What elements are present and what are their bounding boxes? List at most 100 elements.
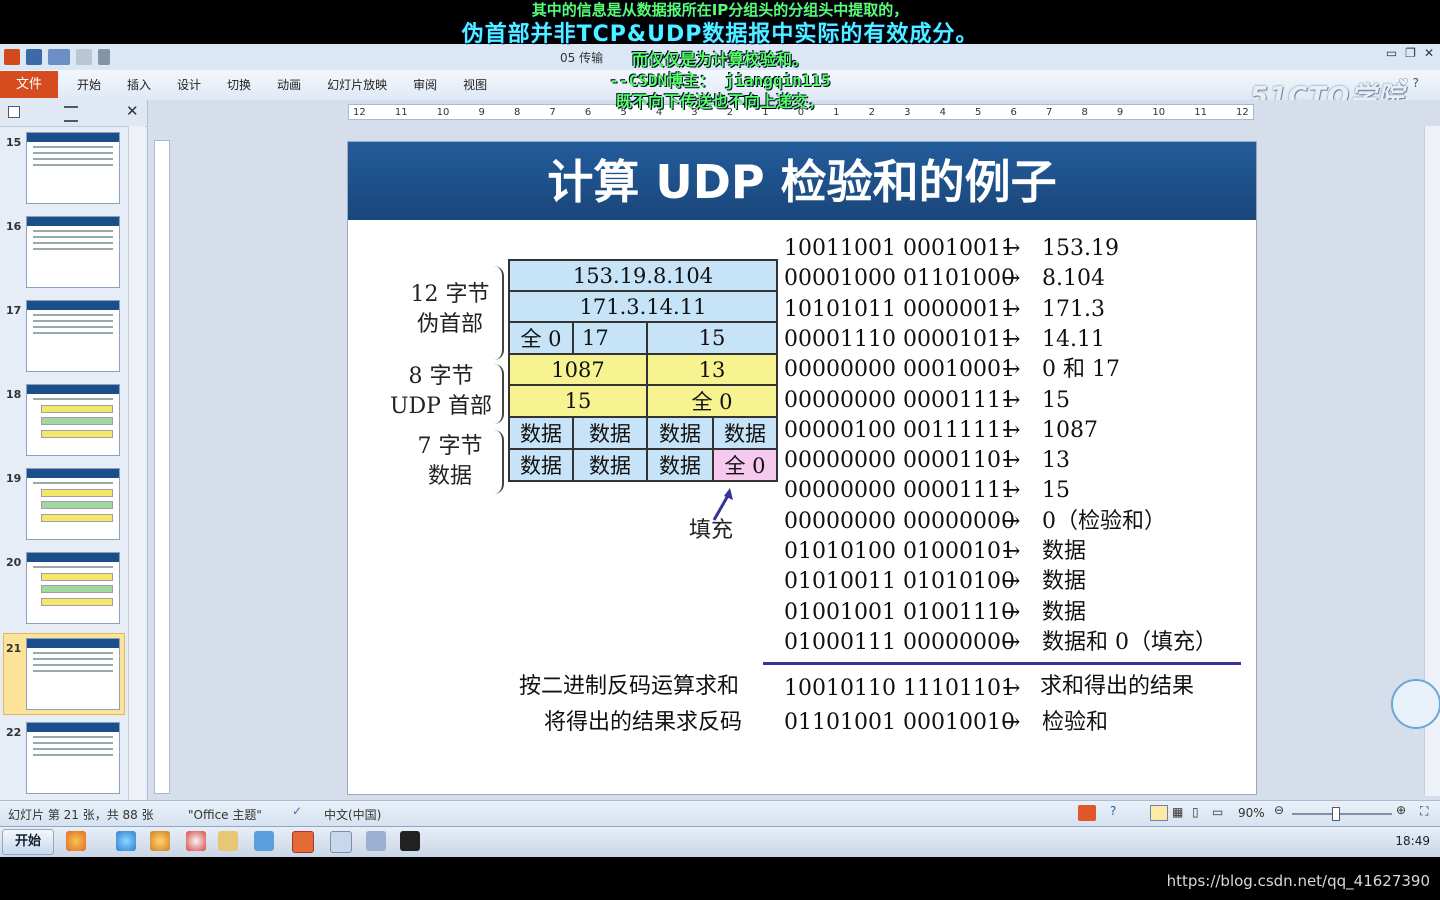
chrome-icon[interactable] — [186, 831, 206, 851]
folder-icon[interactable] — [218, 831, 238, 851]
zoom-out-icon[interactable]: ⊖ — [1274, 803, 1284, 817]
row-binary: 00000000 00010001 — [784, 357, 1015, 383]
row-value: 1087 — [1042, 417, 1098, 443]
src-ip-cell: 153.19.8.104 — [508, 259, 778, 292]
row-binary: 01000111 00000000 — [784, 629, 1015, 655]
thumbnail-number: 15 — [6, 136, 22, 149]
help-icon[interactable]: ? — [1110, 804, 1116, 818]
data-cell: 数据 — [508, 448, 574, 482]
media-icon[interactable] — [254, 831, 274, 851]
pseudo-brace — [494, 266, 504, 360]
row-value: 13 — [1042, 448, 1070, 474]
row-binary: 01010011 01010100 — [784, 569, 1015, 595]
csdn-watermark: https://blog.csdn.net/qq_41627390 — [1166, 872, 1430, 890]
slide-thumbnail[interactable] — [26, 722, 120, 794]
data-cell: 数据 — [508, 416, 574, 450]
sorter-view-icon[interactable]: ▦ — [1172, 805, 1183, 819]
pseudo-header-label: 12 字节 伪首部 — [398, 280, 502, 340]
row-arrow: → — [1002, 296, 1021, 322]
checksum-binary: 01101001 00010010 — [784, 710, 1015, 735]
udp-length-pseudo-cell: 15 — [646, 321, 778, 355]
row-value: 15 — [1042, 387, 1070, 413]
slide-thumbnail[interactable] — [26, 132, 120, 204]
powerpoint-taskbar-icon[interactable] — [292, 831, 314, 853]
data-cell: 数据 — [572, 448, 648, 482]
length-cell: 15 — [508, 384, 648, 418]
normal-view-icon[interactable] — [1150, 805, 1168, 821]
slide-thumbnail[interactable] — [26, 384, 120, 456]
reading-view-icon[interactable]: ▯ — [1192, 805, 1199, 819]
thumbnail-number: 21 — [6, 642, 22, 655]
assistant-bot-icon[interactable] — [1391, 679, 1440, 729]
row-arrow: → — [1002, 266, 1021, 292]
protocol-cell: 17 — [572, 321, 648, 355]
thumbnail-number: 18 — [6, 388, 22, 401]
taskbar — [0, 826, 1440, 857]
slide-thumbnail[interactable] — [26, 552, 120, 624]
row-value: 171.3 — [1042, 296, 1105, 322]
row-arrow: → — [1002, 387, 1021, 413]
row-binary: 00000000 00001111 — [784, 478, 1015, 504]
row-value: 数据 — [1042, 599, 1087, 625]
checksum-result: 检验和 — [1042, 710, 1109, 735]
thumbnail-number: 19 — [6, 472, 22, 485]
window-icon[interactable] — [330, 831, 352, 853]
zoom-in-icon[interactable]: ⊕ — [1396, 803, 1406, 817]
row-value: 14.11 — [1042, 326, 1105, 352]
app-icon[interactable] — [366, 831, 386, 851]
data-name-text: 数据 — [427, 464, 472, 489]
dst-port-cell: 13 — [646, 353, 778, 386]
thumbnail-number: 16 — [6, 220, 22, 233]
slide-thumbnail[interactable] — [26, 216, 120, 288]
padding-cell: 全 0 — [712, 448, 778, 482]
app-icon[interactable] — [150, 831, 170, 851]
start-button[interactable]: 开始 — [2, 829, 54, 855]
row-value: 数据 — [1042, 569, 1087, 595]
zoom-level[interactable]: 90% — [1238, 806, 1265, 820]
slideshow-view-icon[interactable]: ▭ — [1212, 805, 1223, 819]
row-arrow: → — [1002, 326, 1021, 352]
app-icon[interactable] — [66, 831, 86, 851]
udp-brace — [494, 364, 504, 424]
sum-arrow: → — [1002, 676, 1021, 701]
row-binary: 10101011 00000011 — [784, 296, 1015, 322]
row-arrow: → — [1002, 357, 1021, 383]
row-value: 8.104 — [1042, 266, 1105, 292]
src-port-cell: 1087 — [508, 353, 648, 386]
browser-icon[interactable] — [116, 831, 136, 851]
row-binary: 01001001 01001110 — [784, 599, 1015, 625]
data-cell: 数据 — [646, 448, 714, 482]
data-cell: 数据 — [646, 416, 714, 450]
row-value: 0（检验和） — [1042, 508, 1166, 534]
language[interactable]: 中文(中国) — [324, 806, 381, 823]
row-arrow: → — [1002, 629, 1021, 655]
dst-ip-cell: 171.3.14.11 — [508, 290, 778, 323]
slide-title: 计算 UDP 检验和的例子 — [547, 155, 1057, 209]
fit-slide-icon[interactable]: ⛶ — [1420, 804, 1428, 819]
row-binary: 00001110 00001011 — [784, 326, 1015, 352]
clock: 18:49 — [1395, 834, 1430, 848]
row-binary: 00000100 00111111 — [784, 417, 1015, 443]
row-binary: 00000000 00001101 — [784, 448, 1015, 474]
thumbnail-number: 22 — [6, 726, 22, 739]
zoom-slider[interactable] — [1292, 813, 1392, 815]
spellcheck-icon[interactable]: ✓ — [292, 804, 302, 818]
sogou-ime-icon[interactable] — [1078, 805, 1096, 821]
slide-thumbnail[interactable] — [26, 638, 120, 710]
thumbnail-number: 17 — [6, 304, 22, 317]
slide-thumbnail[interactable] — [26, 300, 120, 372]
slide-thumbnail[interactable] — [26, 468, 120, 540]
subtitle-line-1: 其中的信息是从数据报所在IP分组头的分组头中提取的， — [531, 1, 909, 19]
sum-divider-line — [763, 662, 1241, 665]
pseudo-name-text: 伪首部 — [416, 312, 483, 337]
row-arrow: → — [1002, 417, 1021, 443]
zoom-slider-thumb[interactable] — [1332, 807, 1340, 821]
data-brace — [494, 430, 504, 494]
terminal-icon[interactable] — [400, 831, 420, 851]
packet-layout-table: 153.19.8.104 171.3.14.11 全 0 17 15 1087 … — [508, 259, 778, 482]
data-bytes-text: 7 字节 — [417, 434, 483, 459]
data-label: 7 字节 数据 — [398, 432, 502, 492]
thumbnail-scrollbar[interactable] — [128, 126, 145, 800]
subtitle-line-3: 而仅仅是为计算校验和。 — [631, 50, 808, 69]
row-arrow: → — [1002, 448, 1021, 474]
